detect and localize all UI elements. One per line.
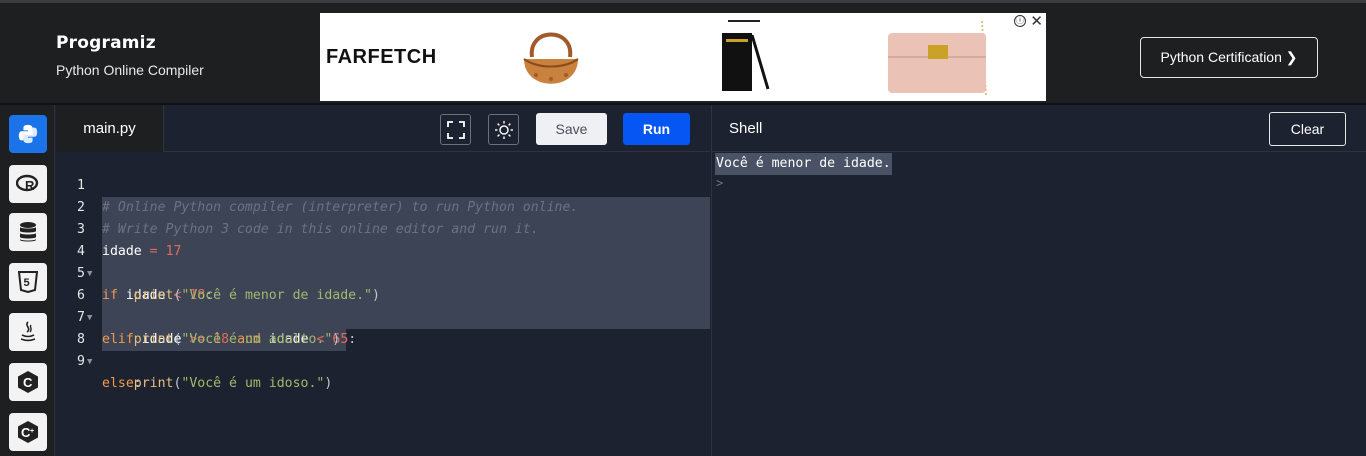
- code-text: print("Você é um idoso."): [133, 376, 333, 391]
- html5-icon: 5: [18, 271, 38, 293]
- code-line[interactable]: 8 ▼ else:: [56, 307, 710, 391]
- ad-brand-name[interactable]: FARFETCH: [326, 46, 437, 69]
- fold-arrow-icon[interactable]: ▼: [87, 351, 92, 373]
- fullscreen-icon: [446, 120, 465, 139]
- page-subtitle: Python Online Compiler: [56, 62, 204, 78]
- shell-toolbar: Shell Clear: [711, 105, 1366, 152]
- code-line[interactable]: 5 print("Você é menor de idade."): [56, 241, 710, 303]
- database-icon: [20, 222, 36, 242]
- fullscreen-button[interactable]: [440, 114, 471, 145]
- code-line[interactable]: 9 print("Você é um idoso."): [56, 329, 710, 391]
- programiz-logo[interactable]: Programiz: [56, 33, 204, 53]
- sidebar-item-r[interactable]: R: [9, 165, 47, 203]
- ad-close-icon[interactable]: ✕: [1030, 13, 1043, 30]
- theme-toggle-button[interactable]: [488, 114, 519, 145]
- language-sidebar: R 5 C C +: [0, 105, 55, 456]
- sidebar-item-html[interactable]: 5: [9, 263, 47, 301]
- cpp-icon: C +: [18, 421, 38, 443]
- java-icon: [20, 321, 36, 342]
- code-line[interactable]: 6 ▼ elif idade >= 18 and idade < 65:: [56, 263, 710, 347]
- code-line[interactable]: 7 print("Você é um adulto."): [56, 285, 710, 347]
- code-line[interactable]: 3 idade = 17: [56, 197, 710, 259]
- python-icon: [18, 124, 38, 144]
- editor-toolbar: main.py Save Run: [56, 105, 710, 152]
- header-bar: Programiz Python Online Compiler FARFETC…: [0, 0, 1366, 105]
- ad-info-icon[interactable]: ⓘ: [1014, 15, 1026, 27]
- bag-image-black: [722, 20, 770, 91]
- svg-text:5: 5: [24, 277, 30, 289]
- sidebar-item-python[interactable]: [9, 115, 47, 153]
- r-icon: R: [16, 174, 39, 193]
- sidebar-item-java[interactable]: [9, 313, 47, 351]
- clear-button[interactable]: Clear: [1269, 112, 1346, 146]
- shell-prompt: >: [716, 176, 724, 190]
- bag-image-pink: [888, 20, 987, 96]
- code-line[interactable]: 1 # Online Python compiler (interpreter)…: [56, 153, 710, 215]
- code-line[interactable]: 4 ▼ if idade < 18:: [56, 219, 710, 303]
- run-button[interactable]: Run: [623, 113, 690, 145]
- shell-title: Shell: [729, 120, 763, 137]
- save-button[interactable]: Save: [536, 113, 607, 145]
- svg-text:C: C: [23, 375, 33, 390]
- svg-text:R: R: [25, 178, 35, 193]
- svg-text:+: +: [30, 428, 34, 435]
- sidebar-item-cpp[interactable]: C +: [9, 413, 47, 451]
- code-line[interactable]: 2 # Write Python 3 code in this online e…: [56, 175, 710, 237]
- c-icon: C: [18, 371, 38, 393]
- python-certification-button[interactable]: Python Certification ❯: [1140, 37, 1318, 78]
- output-line: Você é menor de idade.: [715, 153, 892, 175]
- line-number: 9: [77, 354, 85, 369]
- tab-main-py[interactable]: main.py: [56, 105, 164, 152]
- shell-output[interactable]: Você é menor de idade. >: [711, 152, 1366, 456]
- sidebar-item-sql[interactable]: [9, 213, 47, 251]
- advertisement-banner[interactable]: FARFETCH ⓘ ✕: [320, 13, 1046, 101]
- bag-image-brown: [523, 32, 579, 84]
- sun-icon: [494, 120, 513, 139]
- sidebar-item-c[interactable]: C: [9, 363, 47, 401]
- code-editor[interactable]: 1 # Online Python compiler (interpreter)…: [56, 152, 710, 456]
- brand[interactable]: Programiz Python Online Compiler: [56, 33, 204, 78]
